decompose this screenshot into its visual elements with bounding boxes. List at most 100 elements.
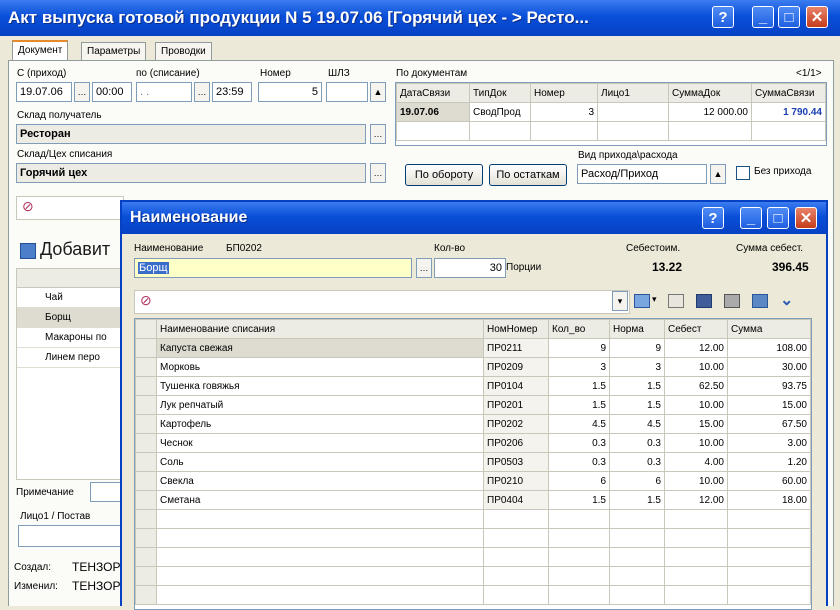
by-turnover-button[interactable]: По обороту [405, 164, 483, 186]
dialog-name-select-icon[interactable]: … [416, 258, 432, 278]
dialog-qty-field[interactable]: 30 [434, 258, 506, 278]
docs-grid: ДатаСвязи ТипДок Номер Лицо1 СуммаДок Су… [395, 82, 827, 146]
table-row[interactable]: Свекла ПР0210 6 6 10.00 60.00 [135, 471, 811, 491]
col-nomnumber[interactable]: НомНомер [483, 319, 549, 339]
from-time-field[interactable]: 00:00 [92, 82, 132, 102]
cell: Картофель [156, 414, 484, 434]
minimize-icon[interactable]: _ [752, 6, 774, 28]
income-type-dropdown-icon[interactable]: ▲ [710, 164, 726, 184]
to-date-picker-icon[interactable]: … [194, 82, 210, 102]
save-icon[interactable] [696, 294, 712, 308]
person-field[interactable] [18, 525, 122, 547]
cell: Свекла [156, 471, 484, 491]
income-type-field[interactable]: Расход/Приход [577, 164, 707, 184]
cell: ПР0104 [483, 376, 549, 396]
dialog-clip-icon[interactable]: ⊘ [140, 292, 152, 309]
cell: 30.00 [727, 357, 811, 377]
table-row[interactable]: Картофель ПР0202 4.5 4.5 15.00 67.50 [135, 414, 811, 434]
created-value: ТЕНЗОР [72, 560, 121, 574]
number-field[interactable]: 5 [258, 82, 322, 102]
table-row[interactable]: Лук репчатый ПР0201 1.5 1.5 10.00 15.00 [135, 395, 811, 415]
grid-view-icon[interactable] [634, 294, 650, 308]
from-date-picker-icon[interactable]: … [74, 82, 90, 102]
docs-col-person[interactable]: Лицо1 [597, 83, 669, 103]
table-row[interactable]: Чеснок ПР0206 0.3 0.3 10.00 3.00 [135, 433, 811, 453]
table-row[interactable]: 19.07.06 СводПрод 3 12 000.00 1 790.44 [396, 102, 826, 122]
source-select-icon[interactable]: … [370, 163, 386, 183]
view-dropdown-icon[interactable]: ▾ [652, 294, 657, 305]
dialog-help-icon[interactable]: ? [702, 207, 724, 229]
receiver-field[interactable]: Ресторан [16, 124, 366, 144]
dialog-minimize-icon[interactable]: _ [740, 207, 762, 229]
cell: 4.5 [548, 414, 610, 434]
from-date-field[interactable]: 19.07.06 [16, 82, 72, 102]
cell: ПР0404 [483, 490, 549, 510]
table-row[interactable]: Морковь ПР0209 3 3 10.00 30.00 [135, 357, 811, 377]
shlz-field[interactable] [326, 82, 368, 102]
cell: ПР0503 [483, 452, 549, 472]
cell: 1.5 [609, 376, 665, 396]
table-row[interactable]: Сметана ПР0404 1.5 1.5 12.00 18.00 [135, 490, 811, 510]
cell: 1.20 [727, 452, 811, 472]
tab-document[interactable]: Документ [12, 40, 69, 61]
table-row[interactable]: Капуста свежая ПР0211 9 9 12.00 108.00 [135, 338, 811, 358]
docs-col-number[interactable]: Номер [530, 83, 598, 103]
receiver-label: Склад получатель [17, 110, 102, 121]
expand-down-icon[interactable]: ⌄ [780, 290, 793, 310]
by-remains-button[interactable]: По остаткам [489, 164, 567, 186]
cell: 0.3 [548, 452, 610, 472]
list-item[interactable]: Макароны по [17, 328, 123, 348]
dialog-window: Наименование ? _ □ ✕ Наименование БП0202… [120, 200, 828, 610]
cell: ПР0206 [483, 433, 549, 453]
docs-col-type[interactable]: ТипДок [469, 83, 531, 103]
source-field[interactable]: Горячий цех [16, 163, 366, 183]
docs-col-linksum[interactable]: СуммаСвязи [751, 83, 826, 103]
col-cost[interactable]: Себест [664, 319, 728, 339]
maximize-icon[interactable]: □ [778, 6, 800, 28]
col-name[interactable]: Наименование списания [156, 319, 484, 339]
tab-postings[interactable]: Проводки [155, 42, 212, 60]
col-qty[interactable]: Кол_во [548, 319, 610, 339]
dialog-name-value: Борщ [138, 262, 169, 274]
col-norm[interactable]: Норма [609, 319, 665, 339]
to-date-field[interactable]: . . [136, 82, 192, 102]
list-item[interactable]: Линем перо [17, 348, 123, 368]
left-items-list: Чай Борщ Макароны по Линем перо [16, 268, 124, 480]
no-income-checkbox[interactable] [736, 166, 750, 180]
cell: 12.00 [664, 490, 728, 510]
export-icon[interactable] [752, 294, 768, 308]
note-field[interactable] [90, 482, 122, 502]
list-item[interactable]: Борщ [17, 308, 123, 328]
cell: 10.00 [664, 433, 728, 453]
to-time-field[interactable]: 23:59 [212, 82, 252, 102]
table-row[interactable]: Соль ПР0503 0.3 0.3 4.00 1.20 [135, 452, 811, 472]
dialog-name-field[interactable]: Борщ [134, 258, 412, 278]
list-item[interactable]: Чай [17, 288, 123, 308]
clip-icon[interactable]: ⊘ [22, 198, 34, 215]
main-window-title: Акт выпуска готовой продукции N 5 19.07.… [8, 8, 589, 27]
cell: 3 [548, 357, 610, 377]
table-icon[interactable] [668, 294, 684, 308]
dialog-toolbar-dropdown-icon[interactable]: ▾ [612, 291, 628, 311]
dialog-name-label: Наименование [134, 243, 204, 254]
close-icon[interactable]: ✕ [806, 6, 828, 28]
table-row[interactable]: Тушенка говяжья ПР0104 1.5 1.5 62.50 93.75 [135, 376, 811, 396]
cell: Соль [156, 452, 484, 472]
print-icon[interactable] [724, 294, 740, 308]
cell: ПР0202 [483, 414, 549, 434]
help-icon[interactable]: ? [712, 6, 734, 28]
dialog-close-icon[interactable]: ✕ [795, 207, 817, 229]
docs-col-date[interactable]: ДатаСвязи [396, 83, 470, 103]
tab-parameters[interactable]: Параметры [81, 42, 147, 60]
empty-row [135, 585, 811, 605]
col-sum[interactable]: Сумма [727, 319, 811, 339]
dialog-maximize-icon[interactable]: □ [767, 207, 789, 229]
add-label[interactable]: Добавит [40, 239, 110, 260]
number-label: Номер [260, 68, 291, 79]
cell: Тушенка говяжья [156, 376, 484, 396]
receiver-select-icon[interactable]: … [370, 124, 386, 144]
docs-col-docsum[interactable]: СуммаДок [668, 83, 752, 103]
cell: 3 [609, 357, 665, 377]
dialog-qty-label: Кол-во [434, 243, 466, 254]
shlz-dropdown-icon[interactable]: ▲ [370, 82, 386, 102]
